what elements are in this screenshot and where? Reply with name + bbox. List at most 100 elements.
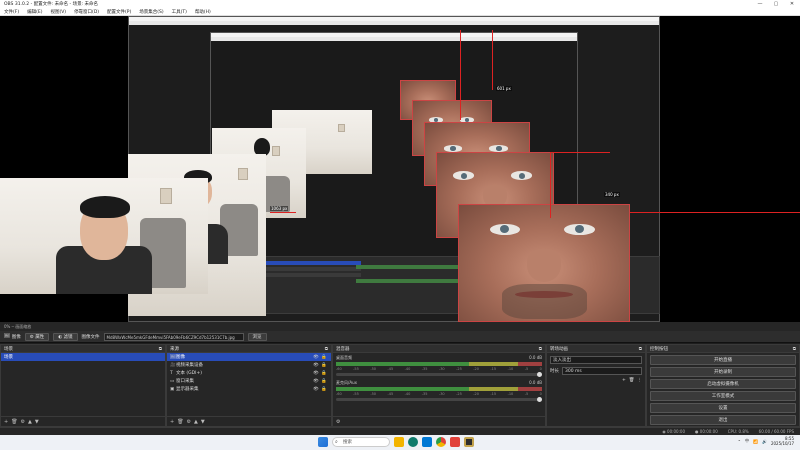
duration-input[interactable]: 300 ms [562,367,642,375]
source-item[interactable]: ▭ 窗口采集 👁 🔒 [167,377,331,385]
move-source-down-icon[interactable]: ▼ [201,419,205,425]
taskbar-apps: 搜索 [318,437,474,447]
source-item[interactable]: T 文本 (GDI+) 👁 🔒 [167,369,331,377]
menu-view[interactable]: 视图(V) [46,9,70,15]
title-bar: OBS 31.0.2 - 配置文件: 未命名 - 场景: 未命名 — ▢ ✕ [0,0,800,8]
studio-mode-button[interactable]: 工作室模式 [650,391,796,401]
controls-dock-header: 控制按钮 ⧉ [647,345,799,353]
source-properties-icon[interactable]: ⚙ [187,419,191,425]
start-streaming-button[interactable]: 开始直播 [650,355,796,365]
nested-menu-bar [129,21,659,25]
source-toolbar: 🖼 图像 ⚙ 属性 ◐ 滤镜 图像文件 Md8WxWcMe5mkGFdeMmvi… [0,331,800,343]
volume-slider-knob[interactable] [537,372,542,377]
volume-slider-knob[interactable] [537,397,542,402]
dock-float-icon[interactable]: ⧉ [639,346,642,352]
measure-label: 601 px [496,86,512,91]
lock-icon[interactable]: 🔒 [320,379,328,384]
visibility-eye-icon[interactable]: 👁 [312,371,320,376]
mixer-footer: ⚙ [333,416,545,426]
scene-item[interactable]: 场景 [1,353,165,361]
selected-source-name: 图像 [11,334,21,340]
menu-profile[interactable]: 配置文件(P) [103,9,135,15]
lock-icon[interactable]: 🔒 [320,355,328,360]
menu-file[interactable]: 文件(F) [0,9,23,15]
scene-filters-icon[interactable]: ⚙ [21,419,25,425]
clock[interactable]: 8:55 2025/10/17 [771,436,794,446]
start-recording-button[interactable]: 开始录制 [650,367,796,377]
face-closeup-1 [458,204,630,322]
sources-title: 来源 [170,346,179,352]
edge-browser-icon[interactable] [408,437,418,447]
sources-dock-header: 来源 ⧉ [167,345,331,353]
menu-scene-collection[interactable]: 场景集合(S) [135,9,167,15]
start-menu-icon[interactable] [318,437,328,447]
move-scene-up-icon[interactable]: ▲ [28,419,32,425]
dock-float-icon[interactable]: ⧉ [159,346,162,352]
remove-scene-icon[interactable]: 🗑 [11,419,17,425]
lock-icon[interactable]: 🔒 [320,363,328,368]
visibility-eye-icon[interactable]: 👁 [312,379,320,384]
move-source-up-icon[interactable]: ▲ [194,419,198,425]
move-scene-down-icon[interactable]: ▼ [35,419,39,425]
add-transition-icon[interactable]: + [622,378,626,383]
chevron-up-icon[interactable]: ⌃ [738,439,741,444]
menu-edit[interactable]: 编辑(E) [23,9,46,15]
visibility-eye-icon[interactable]: 👁 [312,387,320,392]
obs-icon[interactable] [464,437,474,447]
audio-mixer-dock: 混音器 ⧉ 桌面音频 0.0 dB -60 -55 -50 -45 -40 -35 -30 -2… [332,344,546,427]
preview-canvas[interactable]: 601 px 1063 px 340 px [0,16,800,322]
minimize-button[interactable]: — [752,0,768,8]
properties-label: 属性 [35,334,45,340]
lock-icon[interactable]: 🔒 [320,371,328,376]
browse-button[interactable]: 浏览 [247,332,267,341]
ime-indicator[interactable]: 中 [745,438,749,444]
add-source-icon[interactable]: + [170,419,174,425]
close-button[interactable]: ✕ [784,0,800,8]
controls-title: 控制按钮 [650,346,668,352]
scenes-footer: + 🗑 ⚙ ▲ ▼ [1,416,165,426]
source-name: 视频采集设备 [176,363,203,368]
menu-docks[interactable]: 停靠窗口(D) [70,9,103,15]
lock-icon[interactable]: 🔒 [320,387,328,392]
image-file-field[interactable]: Md8WxWcMe5mkGFdeMmvi5FAb09eFb6CZ9Cd7b125… [103,332,244,341]
menu-tools[interactable]: 工具(T) [168,9,191,15]
network-icon[interactable]: 📶 [753,439,758,444]
mixer-settings-icon[interactable]: ⚙ [336,419,340,425]
maximize-button[interactable]: ▢ [768,0,784,8]
dock-float-icon[interactable]: ⧉ [325,346,328,352]
preview-zoom-status: 0% ─ 画面缩放 [0,322,800,331]
remove-source-icon[interactable]: 🗑 [177,419,183,425]
exit-button[interactable]: 退出 [650,415,796,425]
meter-scale: -60 -55 -50 -45 -40 -35 -30 -25 -20 -15 -10 -5 0 [336,392,542,396]
nested-menu-bar [211,37,577,41]
transition-menu-icon[interactable]: ⋮ [638,378,643,383]
properties-button[interactable]: ⚙ 属性 [24,332,50,341]
source-item[interactable]: 🖼 图像 👁 🔒 [167,353,331,361]
menu-help[interactable]: 帮助(H) [191,9,215,15]
volume-icon[interactable]: 🔊 [762,439,767,444]
remove-transition-icon[interactable]: 🗑 [629,378,635,383]
volume-slider[interactable] [336,372,542,377]
settings-button[interactable]: 设置 [650,403,796,413]
filters-button[interactable]: ◐ 滤镜 [53,332,78,341]
visibility-eye-icon[interactable]: 👁 [312,363,320,368]
file-explorer-icon[interactable] [394,437,404,447]
guide-line-horizontal [270,212,296,213]
visibility-eye-icon[interactable]: 👁 [312,355,320,360]
image-icon: 🖼 [4,334,10,339]
source-item[interactable]: 🎥 视频采集设备 👁 🔒 [167,361,331,369]
taskbar-search[interactable]: 搜索 [332,437,390,447]
transition-select[interactable]: 淡入淡出 [550,356,642,364]
source-item[interactable]: ▣ 显示器采集 👁 🔒 [167,385,331,393]
dock-float-icon[interactable]: ⧉ [539,346,542,352]
chrome-icon[interactable] [436,437,446,447]
cpu-usage: CPU: 0.8% [727,429,749,434]
add-scene-icon[interactable]: + [4,419,8,425]
start-virtual-camera-button[interactable]: 启动虚拟摄像机 [650,379,796,389]
volume-slider[interactable] [336,397,542,402]
mixer-dock-header: 混音器 ⧉ [333,345,545,353]
dock-float-icon[interactable]: ⧉ [793,346,796,352]
app-icon[interactable] [450,437,460,447]
duration-label: 时长 [550,369,559,374]
store-icon[interactable] [422,437,432,447]
